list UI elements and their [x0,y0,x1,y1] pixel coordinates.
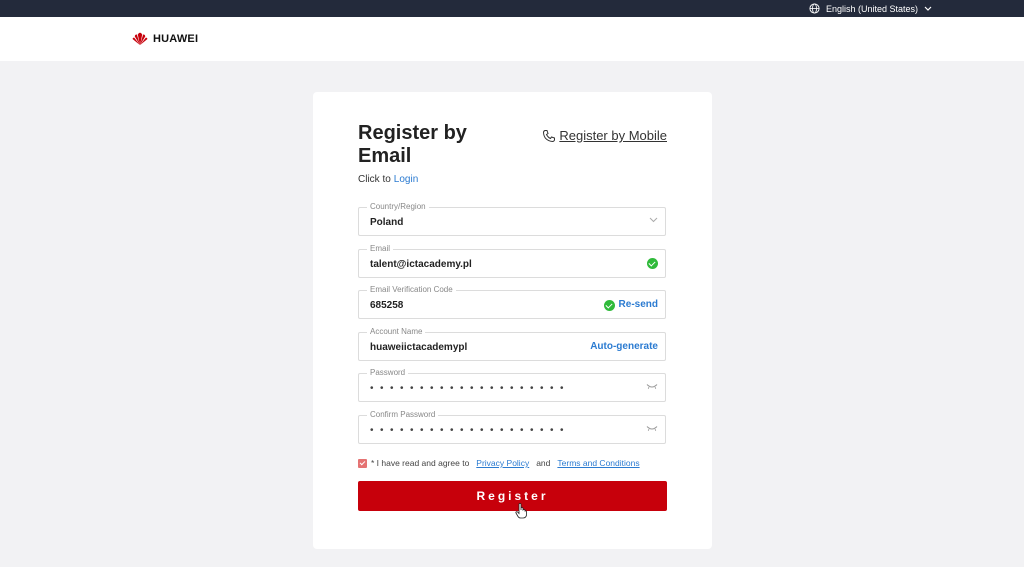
brand-name: HUAWEI [153,33,199,45]
account-name-field[interactable]: Account Name huaweiictacademypl Auto-gen… [358,327,666,361]
eye-closed-icon[interactable] [646,383,658,390]
confirm-password-field[interactable]: Confirm Password •••••••••••••••••••• [358,410,666,444]
auto-generate-button[interactable]: Auto-generate [590,340,658,354]
register-by-mobile-label: Register by Mobile [559,128,667,143]
agreement-checkbox[interactable] [358,458,367,468]
resend-button[interactable]: Re-send [619,298,658,312]
terms-link[interactable]: Terms and Conditions [557,458,639,468]
check-circle-icon [603,299,615,311]
country-value: Poland [370,217,404,228]
login-prefix: Click to [358,174,391,185]
registration-card: Register by Email Register by Mobile Cli… [313,92,712,549]
privacy-policy-link[interactable]: Privacy Policy [476,458,529,468]
country-label: Country/Region [367,202,429,212]
register-by-mobile-link[interactable]: Register by Mobile [542,128,667,143]
language-label: English (United States) [825,3,918,14]
chevron-down-icon [924,6,932,11]
confirm-password-label: Confirm Password [367,410,439,420]
email-label: Email [367,244,394,254]
phone-icon [543,129,556,142]
password-field[interactable]: Password •••••••••••••••••••• [358,368,666,402]
email-value: talent@ictacademy.pl [370,259,472,270]
huawei-logo[interactable]: HUAWEI [131,32,198,46]
password-value: •••••••••••••••••••• [370,383,571,394]
agreement-text: * I have read and agree to [371,458,470,468]
chevron-down-icon [649,217,658,223]
login-link[interactable]: Login [394,174,418,185]
page-title: Register by Email [358,122,467,167]
verification-code-field[interactable]: Email Verification Code 685258 Re-send [358,285,666,319]
eye-closed-icon[interactable] [646,425,658,432]
password-label: Password [367,368,409,378]
country-select[interactable]: Country/Region Poland [358,202,666,236]
header: HUAWEI [0,17,1024,61]
hand-cursor-icon [515,503,527,519]
email-field[interactable]: Email talent@ictacademy.pl [358,244,666,278]
check-circle-icon [647,258,658,269]
top-bar: English (United States) [0,0,1024,17]
login-prompt: Click to Login [358,174,418,185]
verification-code-label: Email Verification Code [367,285,456,295]
confirm-password-value: •••••••••••••••••••• [370,425,571,436]
language-selector[interactable]: English (United States) [809,0,932,17]
account-name-value: huaweiictacademypl [370,342,468,353]
globe-icon [809,3,820,14]
register-button[interactable]: Register [358,481,667,511]
agreement-row: * I have read and agree to Privacy Polic… [358,458,643,468]
agreement-and: and [536,458,551,468]
huawei-logo-icon [132,32,148,46]
account-name-label: Account Name [367,327,426,337]
verification-code-value: 685258 [370,300,404,311]
